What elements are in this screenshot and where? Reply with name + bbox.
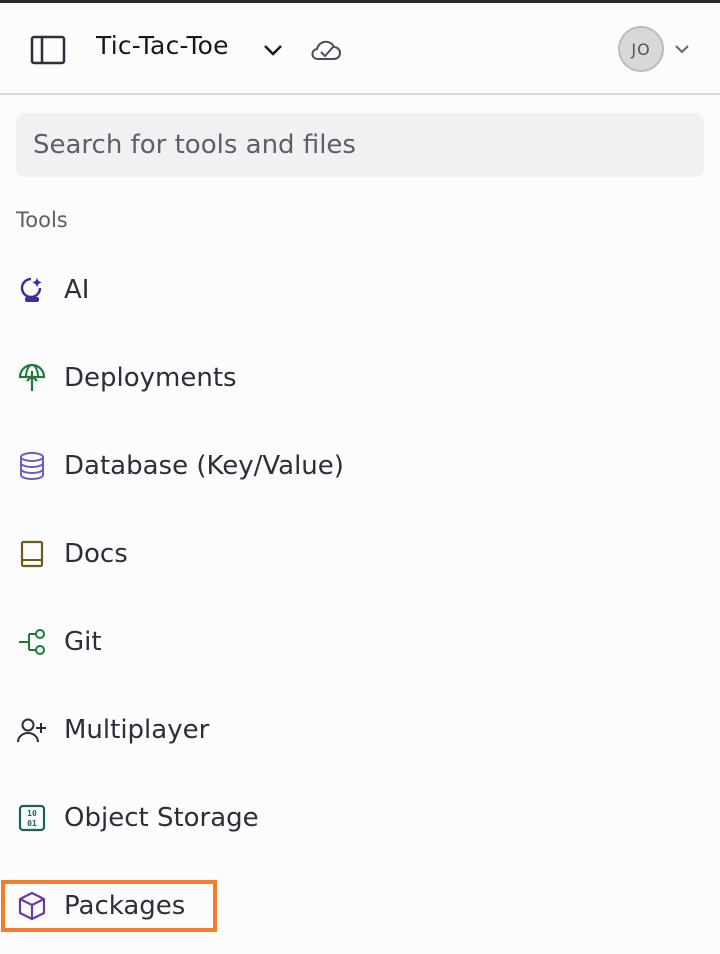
tool-label: Multiplayer [64, 715, 210, 745]
tool-label: Packages [64, 891, 186, 921]
object-storage-icon: 10 01 [17, 803, 47, 833]
tool-item-object-storage[interactable]: 10 01 Object Storage [0, 788, 720, 848]
tool-item-ai[interactable]: AI [0, 260, 720, 320]
tool-label: Git [64, 627, 102, 657]
tool-label: AI [64, 275, 90, 305]
tool-item-packages[interactable]: Packages [0, 876, 720, 936]
chevron-down-icon[interactable] [674, 41, 690, 57]
svg-text:01: 01 [27, 819, 37, 828]
avatar[interactable]: JO [618, 26, 664, 72]
cloud-check-icon[interactable] [310, 37, 342, 63]
project-name[interactable]: Tic-Tac-Toe [96, 31, 229, 60]
chevron-down-icon[interactable] [262, 39, 284, 61]
tool-label: Docs [64, 539, 128, 569]
tool-item-docs[interactable]: Docs [0, 524, 720, 584]
tool-item-multiplayer[interactable]: Multiplayer [0, 700, 720, 760]
ai-sparkle-icon [17, 275, 47, 305]
deployments-icon [17, 363, 47, 393]
tool-label: Deployments [64, 363, 237, 393]
tool-label: Object Storage [64, 803, 259, 833]
user-plus-icon [17, 715, 47, 745]
header: Tic-Tac-Toe JO [0, 3, 720, 95]
section-label-tools: Tools [16, 208, 68, 232]
tool-item-git[interactable]: Git [0, 612, 720, 672]
tool-item-deployments[interactable]: Deployments [0, 348, 720, 408]
svg-text:10: 10 [27, 809, 37, 818]
package-icon [17, 891, 47, 921]
database-icon [17, 451, 47, 481]
tool-item-database[interactable]: Database (Key/Value) [0, 436, 720, 496]
sidebar-toggle-icon[interactable] [30, 35, 66, 65]
tool-label: Database (Key/Value) [64, 451, 344, 481]
git-icon [17, 627, 47, 657]
book-icon [17, 539, 47, 569]
search-input[interactable]: Search for tools and files [16, 113, 704, 177]
